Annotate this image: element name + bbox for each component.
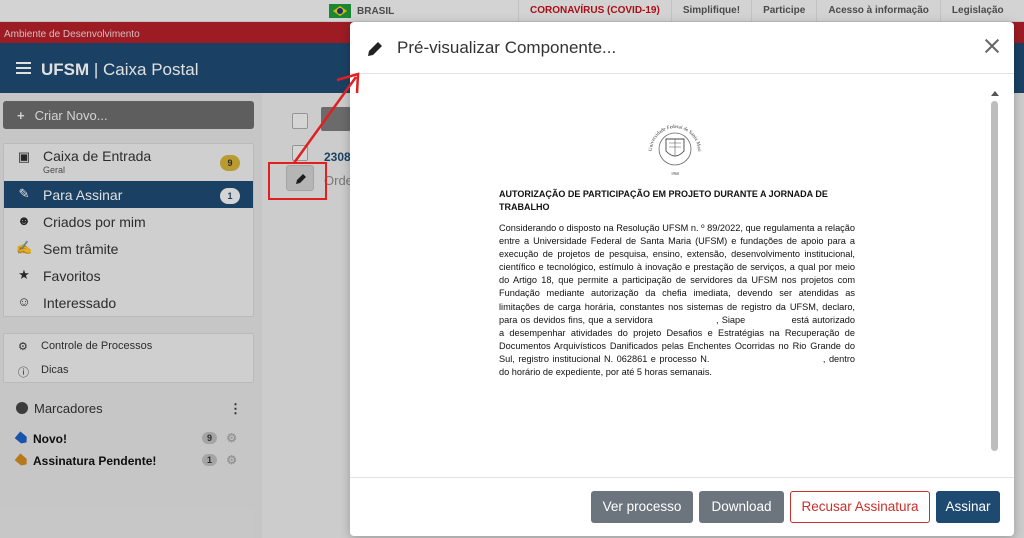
pen-icon	[368, 42, 382, 56]
download-button[interactable]: Download	[699, 491, 784, 523]
refuse-signature-button[interactable]: Recusar Assinatura	[790, 491, 930, 523]
modal-footer: Ver processo Download Recusar Assinatura…	[350, 477, 1014, 536]
close-icon[interactable]	[982, 36, 1002, 56]
ufsm-seal-logo: Universidade Federal de Santa Maria 1960	[644, 117, 701, 176]
svg-text:1960: 1960	[671, 171, 679, 176]
modal-header: Pré-visualizar Componente...	[350, 22, 1014, 74]
modal-title: Pré-visualizar Componente...	[397, 38, 617, 57]
document-preview: Universidade Federal de Santa Maria 1960…	[350, 75, 1014, 475]
document-title: AUTORIZAÇÃO DE PARTICIPAÇÃO EM PROJETO D…	[499, 189, 828, 212]
document-text: Considerando o disposto na Resolução UFS…	[499, 223, 855, 378]
sign-button[interactable]: Assinar	[936, 491, 1000, 523]
scroll-thumb[interactable]	[991, 101, 998, 451]
annotation-highlight-box	[268, 162, 327, 200]
preview-scrollbar[interactable]	[990, 91, 1000, 461]
view-process-button[interactable]: Ver processo	[591, 491, 693, 523]
scroll-up-arrow-icon[interactable]	[991, 91, 999, 96]
preview-modal: Pré-visualizar Componente... Universidad…	[350, 22, 1014, 536]
